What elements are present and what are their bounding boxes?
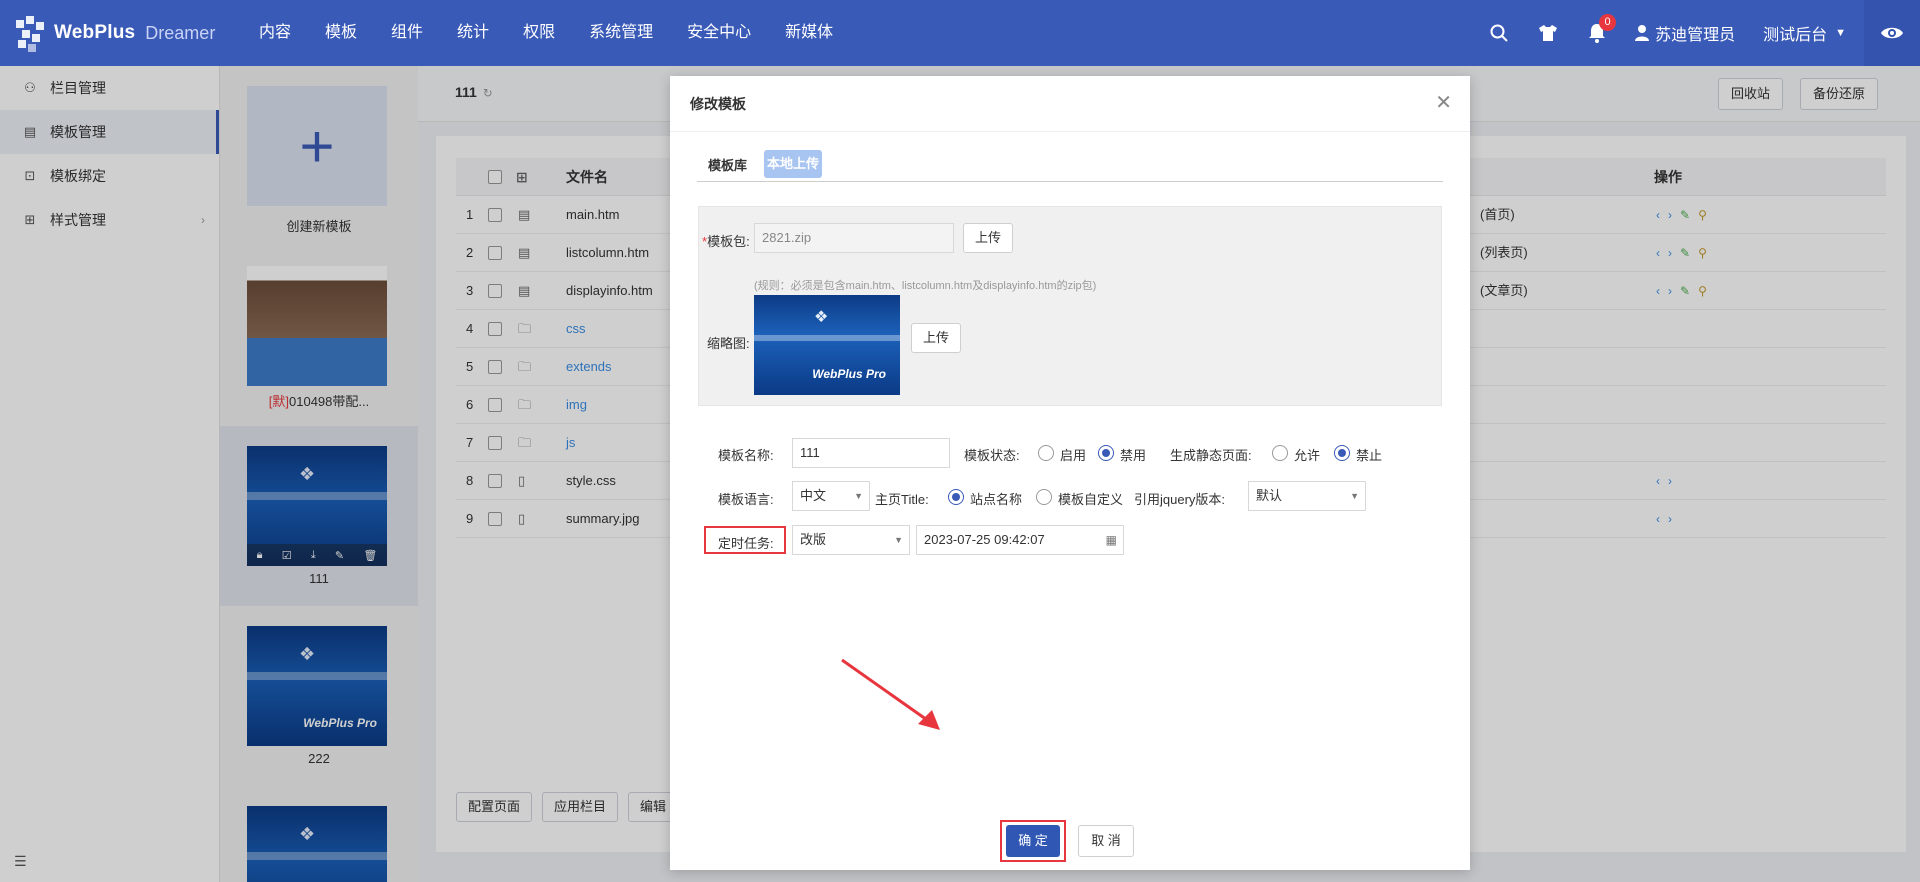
caret-down-icon: ▼: [1350, 491, 1359, 501]
tab-template-library[interactable]: 模板库: [705, 152, 750, 180]
static-allow-label: 允许: [1294, 448, 1321, 463]
logo-mark-icon: ❖: [814, 309, 829, 326]
cancel-button[interactable]: 取 消: [1078, 825, 1134, 857]
home-title-site-label: 站点名称: [970, 492, 1023, 507]
annotation-arrow-icon: [841, 658, 940, 730]
shirt-icon[interactable]: [1523, 0, 1572, 66]
status-enable-label: 启用: [1060, 448, 1087, 463]
thumbnail-upload-button[interactable]: 上传: [911, 323, 962, 353]
language-label: 模板语言:: [718, 492, 774, 507]
caret-down-icon: ▼: [1835, 27, 1846, 39]
bell-icon[interactable]: 0: [1572, 0, 1621, 66]
user-icon: [1635, 25, 1650, 41]
logo-subtitle: Dreamer: [145, 22, 216, 43]
template-name-input[interactable]: 111: [792, 438, 950, 468]
top-bar: WebPlus Dreamer 内容 模板 组件 统计 权限 系统管理 安全中心…: [0, 0, 1920, 66]
top-nav: 内容 模板 组件 统计 权限 系统管理 安全中心 新媒体: [242, 0, 850, 66]
package-input[interactable]: 2821.zip: [754, 223, 954, 253]
calendar-icon[interactable]: ▦: [1106, 526, 1117, 554]
thumb-logo-text: WebPlus Pro: [812, 367, 886, 381]
nav-system[interactable]: 系统管理: [572, 0, 670, 66]
thumbnail-label: 缩略图:: [707, 336, 750, 351]
static-deny-label: 禁止: [1356, 448, 1383, 463]
status-enable-radio[interactable]: [1038, 445, 1054, 461]
top-right: 0 苏迪管理员 测试后台 ▼: [1474, 0, 1920, 66]
home-title-custom-radio[interactable]: [1036, 489, 1052, 505]
static-deny-radio[interactable]: [1334, 445, 1350, 461]
status-disable-label: 禁用: [1120, 448, 1147, 463]
caret-down-icon: ▼: [854, 491, 863, 501]
static-label: 生成静态页面:: [1170, 448, 1252, 463]
caret-down-icon: ▼: [894, 535, 903, 545]
status-label: 模板状态:: [964, 448, 1020, 463]
modal-tabs: 模板库 本地上传: [697, 150, 1443, 182]
user-menu[interactable]: 苏迪管理员: [1621, 21, 1749, 45]
thumbnail-preview: ❖ WebPlus Pro: [754, 295, 900, 395]
modal-title: 修改模板: [690, 96, 746, 112]
task-time-input[interactable]: 2023-07-25 09:42:07 ▦: [916, 525, 1124, 555]
home-title-site-radio[interactable]: [948, 489, 964, 505]
nav-statistics[interactable]: 统计: [440, 0, 506, 66]
home-title-label: 主页Title:: [875, 492, 929, 507]
scheduled-task-label: 定时任务:: [718, 536, 774, 551]
jquery-select[interactable]: 默认 ▼: [1248, 481, 1366, 511]
language-select[interactable]: 中文 ▼: [792, 481, 870, 511]
upload-section: *模板包: 2821.zip 上传 (规则：必须是包含main.htm、list…: [698, 206, 1442, 406]
eye-icon[interactable]: [1864, 0, 1920, 66]
package-upload-button[interactable]: 上传: [963, 223, 1014, 253]
nav-template[interactable]: 模板: [308, 0, 374, 66]
nav-content[interactable]: 内容: [242, 0, 308, 66]
edit-template-modal: 修改模板 ✕ 模板库 本地上传 *模板包: 2821.zip 上传 (规则：必须…: [670, 76, 1470, 870]
name-label: 模板名称:: [718, 448, 774, 463]
static-allow-radio[interactable]: [1272, 445, 1288, 461]
site-switcher[interactable]: 测试后台 ▼: [1749, 21, 1864, 45]
nav-component[interactable]: 组件: [374, 0, 440, 66]
notification-badge: 0: [1599, 14, 1617, 31]
jquery-label: 引用jquery版本:: [1134, 492, 1226, 507]
logo[interactable]: WebPlus Dreamer: [14, 12, 215, 54]
divider: [670, 131, 1470, 132]
task-type-select[interactable]: 改版 ▼: [792, 525, 910, 555]
tab-local-upload[interactable]: 本地上传: [764, 150, 823, 178]
nav-new-media[interactable]: 新媒体: [768, 0, 850, 66]
logo-mark-icon: [14, 16, 48, 52]
site-name: 测试后台: [1763, 27, 1828, 44]
nav-security[interactable]: 安全中心: [670, 0, 768, 66]
search-icon[interactable]: [1474, 0, 1523, 66]
home-title-custom-label: 模板自定义: [1058, 492, 1124, 507]
package-rule: (规则：必须是包含main.htm、listcolumn.htm及display…: [754, 280, 1097, 292]
logo-title: WebPlus: [54, 22, 136, 43]
status-disable-radio[interactable]: [1098, 445, 1114, 461]
user-name: 苏迪管理员: [1655, 27, 1736, 44]
nav-permission[interactable]: 权限: [506, 0, 572, 66]
close-icon[interactable]: ✕: [1435, 90, 1452, 115]
confirm-button[interactable]: 确 定: [1006, 825, 1060, 857]
package-label: *模板包:: [702, 234, 750, 249]
